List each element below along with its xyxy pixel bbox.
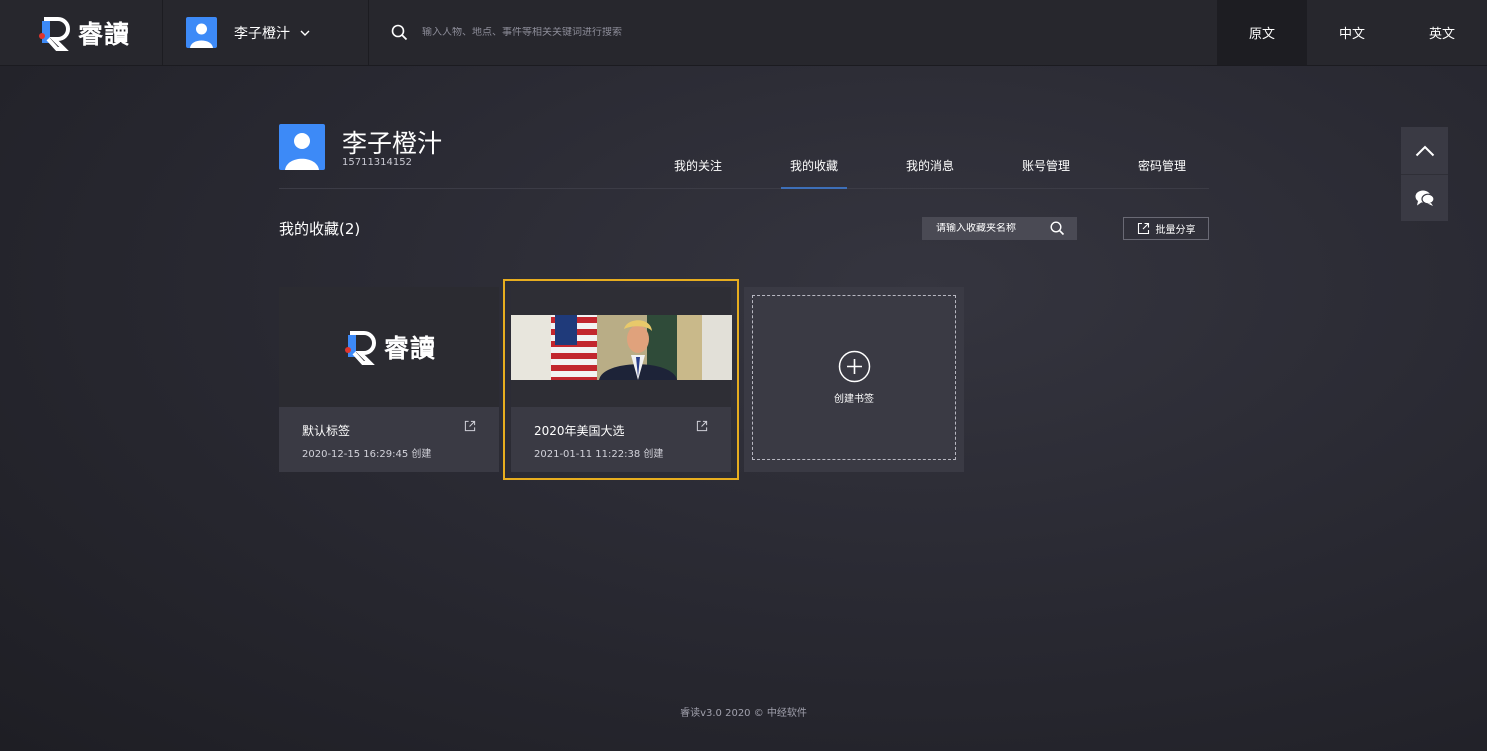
tab-messages[interactable]: 我的消息 [872, 157, 988, 189]
external-link-icon [1137, 222, 1149, 235]
create-bookmark-area: 创建书签 [752, 295, 956, 460]
card-title: 默认标签 [302, 424, 351, 438]
logo-mark-icon [39, 16, 70, 51]
logo-mark-icon [344, 331, 376, 365]
card-date: 2021-01-11 11:22:38 创建 [534, 449, 664, 460]
create-bookmark-label: 创建书签 [834, 394, 874, 405]
batch-share-button[interactable]: 批量分享 [1123, 217, 1209, 240]
photo-image [511, 315, 732, 380]
side-float-toolbar [1401, 127, 1448, 221]
profile-phone: 15711314152 [342, 157, 412, 168]
user-menu[interactable]: 李子橙汁 [163, 0, 369, 65]
profile-avatar [279, 124, 325, 170]
top-bar: 睿讀 李子橙汁 原文 中文 英文 [0, 0, 1487, 66]
logo-text: 睿讀 [383, 334, 436, 363]
add-circle-icon [838, 350, 870, 383]
global-search [369, 0, 1217, 65]
tab-favorites[interactable]: 我的收藏 [756, 157, 872, 189]
card-caption: 2020年美国大选 2021-01-11 11:22:38 创建 [511, 407, 731, 472]
search-input[interactable] [422, 27, 822, 38]
profile-header: 李子橙汁 15711314152 我的关注 我的收藏 我的消息 账号管理 密码管… [279, 124, 1209, 189]
user-avatar-icon [285, 133, 319, 170]
lang-original[interactable]: 原文 [1217, 0, 1307, 65]
search-icon[interactable] [1050, 221, 1065, 236]
tab-password[interactable]: 密码管理 [1104, 157, 1220, 189]
back-to-top-button[interactable] [1401, 127, 1448, 174]
create-bookmark-card[interactable]: 创建书签 [744, 287, 964, 472]
logo-text: 睿讀 [78, 19, 131, 49]
card-thumbnail: 睿讀 [279, 287, 499, 407]
card-thumbnail [511, 287, 732, 407]
favorite-card-default[interactable]: 睿讀 默认标签 2020-12-15 16:29:45 创建 [279, 287, 499, 472]
user-avatar-icon [190, 23, 213, 48]
app-logo[interactable]: 睿讀 [0, 0, 163, 65]
chevron-up-icon [1415, 145, 1434, 156]
favorites-search-input[interactable] [936, 223, 1046, 234]
card-title: 2020年美国大选 [534, 424, 625, 438]
card-date: 2020-12-15 16:29:45 创建 [302, 449, 432, 460]
language-switcher: 原文 中文 英文 [1217, 0, 1487, 65]
profile-name: 李子橙汁 [342, 129, 443, 158]
chat-bubble-icon [1415, 190, 1435, 206]
search-icon[interactable] [391, 24, 408, 41]
avatar [186, 17, 217, 48]
user-name: 李子橙汁 [234, 25, 290, 42]
batch-share-label: 批量分享 [1155, 225, 1196, 236]
favorites-title: 我的收藏(2) [279, 220, 361, 238]
external-link-icon[interactable] [696, 420, 708, 432]
card-photo [511, 315, 732, 380]
external-link-icon[interactable] [464, 420, 476, 432]
profile-tabs: 我的关注 我的收藏 我的消息 账号管理 密码管理 [640, 157, 1220, 189]
chevron-down-icon [300, 30, 310, 36]
favorites-search [922, 217, 1077, 240]
lang-english[interactable]: 英文 [1397, 0, 1487, 65]
favorite-card-election[interactable]: 2020年美国大选 2021-01-11 11:22:38 创建 [503, 279, 739, 480]
lang-chinese[interactable]: 中文 [1307, 0, 1397, 65]
tab-account[interactable]: 账号管理 [988, 157, 1104, 189]
footer: 睿读v3.0 2020 © 中经软件 [680, 708, 807, 719]
tab-following[interactable]: 我的关注 [640, 157, 756, 189]
chat-button[interactable] [1401, 174, 1448, 221]
card-caption: 默认标签 2020-12-15 16:29:45 创建 [279, 407, 499, 472]
